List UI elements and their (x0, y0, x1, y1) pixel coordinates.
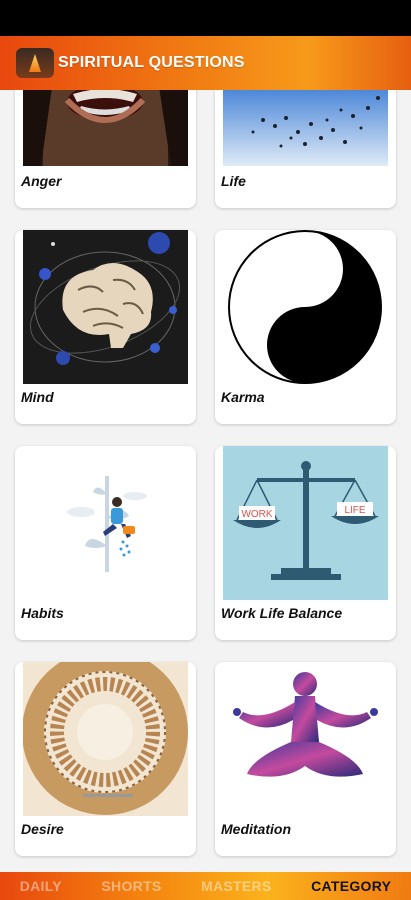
habits-image (23, 446, 188, 600)
meditation-image (223, 662, 388, 816)
category-card-habits[interactable]: Habits (15, 446, 196, 640)
category-label: Life (221, 173, 246, 189)
app-bar: SPIRITUAL QUESTIONS (0, 36, 411, 90)
category-card-anger[interactable]: Anger (15, 90, 196, 208)
category-label: Work Life Balance (221, 605, 343, 621)
category-label: Meditation (221, 821, 291, 837)
app-logo-icon (16, 48, 54, 78)
nav-daily[interactable]: DAILY (20, 878, 62, 894)
category-card-life[interactable]: Life (215, 90, 396, 208)
scale-work-label: WORK (241, 509, 272, 520)
category-label: Anger (21, 173, 62, 189)
category-grid: Anger Life Mind Karma Habits WORK LIFE W… (0, 90, 411, 872)
bottom-navigation: DAILY SHORTS MASTERS CATEGORY (0, 872, 411, 900)
nav-category[interactable]: CATEGORY (311, 878, 391, 894)
karma-image (223, 230, 388, 384)
nav-masters[interactable]: MASTERS (201, 878, 272, 894)
anger-image (23, 90, 188, 166)
life-image (223, 90, 388, 166)
category-label: Mind (21, 389, 54, 405)
app-title: SPIRITUAL QUESTIONS (58, 54, 245, 71)
status-bar (0, 0, 411, 36)
nav-shorts[interactable]: SHORTS (101, 878, 161, 894)
scale-life-label: LIFE (344, 505, 365, 516)
category-label: Karma (221, 389, 265, 405)
mind-image (23, 230, 188, 384)
category-label: Desire (21, 821, 64, 837)
desire-image (23, 662, 188, 816)
category-card-meditation[interactable]: Meditation (215, 662, 396, 856)
category-card-desire[interactable]: Desire (15, 662, 196, 856)
category-card-karma[interactable]: Karma (215, 230, 396, 424)
category-label: Habits (21, 605, 64, 621)
category-card-mind[interactable]: Mind (15, 230, 196, 424)
work-life-balance-image: WORK LIFE (223, 446, 388, 600)
category-card-work-life-balance[interactable]: WORK LIFE Work Life Balance (215, 446, 396, 640)
